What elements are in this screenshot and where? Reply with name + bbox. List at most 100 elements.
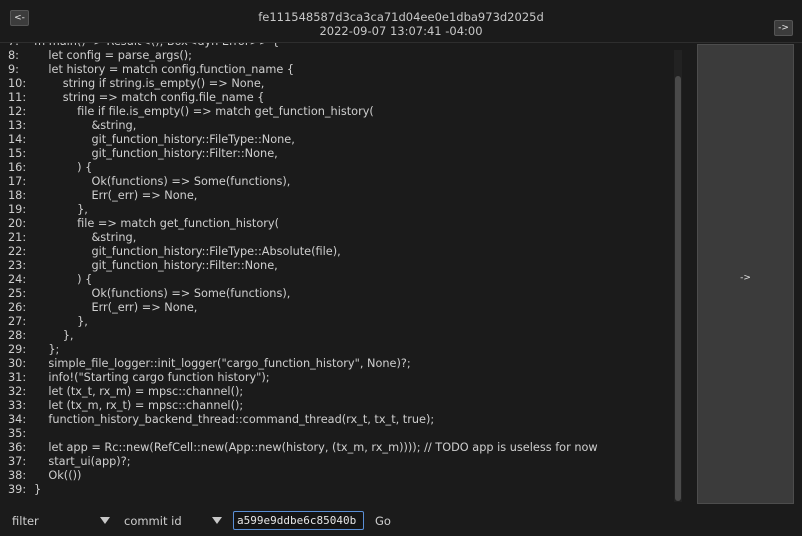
- code-line: 19: },: [8, 203, 598, 217]
- code-line: 29: };: [8, 343, 598, 357]
- line-text: &string,: [34, 231, 137, 244]
- line-text: let (tx_m, rx_t) = mpsc::channel();: [34, 399, 244, 412]
- chevron-down-icon: [212, 517, 222, 524]
- line-number: 39:: [8, 483, 27, 496]
- line-text: start_ui(app)?;: [34, 455, 131, 468]
- line-text: },: [34, 315, 88, 328]
- line-number: 8:: [8, 49, 19, 62]
- code-line: 30: simple_file_logger::init_logger("car…: [8, 357, 598, 371]
- line-number: 16:: [8, 161, 27, 174]
- chevron-down-icon: [100, 517, 110, 524]
- code-line: 16: ) {: [8, 161, 598, 175]
- commit-date: 2022-09-07 13:07:41 -04:00: [319, 24, 483, 38]
- code-line: 8: let config = parse_args();: [8, 49, 598, 63]
- code-line: 26: Err(_err) => None,: [8, 301, 598, 315]
- line-text: let config = parse_args();: [34, 49, 192, 62]
- line-number: 19:: [8, 203, 27, 216]
- line-text: info!("Starting cargo function history")…: [34, 371, 270, 384]
- filter-dropdown[interactable]: filter: [12, 514, 112, 528]
- line-number: 24:: [8, 273, 27, 286]
- line-text: &string,: [34, 119, 137, 132]
- line-text: file if file.is_empty() => match get_fun…: [34, 105, 374, 118]
- line-text: Ok(functions) => Some(functions),: [34, 175, 291, 188]
- code-line: 28: },: [8, 329, 598, 343]
- line-number: 29:: [8, 343, 27, 356]
- line-number: 12:: [8, 105, 27, 118]
- code-line: 27: },: [8, 315, 598, 329]
- line-text: let history = match config.function_name…: [34, 63, 295, 76]
- line-number: 17:: [8, 175, 27, 188]
- line-number: 22:: [8, 245, 27, 258]
- line-number: 30:: [8, 357, 27, 370]
- code-line: 11: string => match config.file_name {: [8, 91, 598, 105]
- code-line: 25: Ok(functions) => Some(functions),: [8, 287, 598, 301]
- line-text: Ok(()): [34, 469, 82, 482]
- code-line: 21: &string,: [8, 231, 598, 245]
- line-text: Err(_err) => None,: [34, 189, 198, 202]
- code-line: 34: function_history_backend_thread::com…: [8, 413, 598, 427]
- code-line: 31: info!("Starting cargo function histo…: [8, 371, 598, 385]
- line-text: simple_file_logger::init_logger("cargo_f…: [34, 357, 411, 370]
- scrollbar-thumb[interactable]: [675, 76, 681, 501]
- code-line: 13: &string,: [8, 119, 598, 133]
- code-line: 22: git_function_history::FileType::Abso…: [8, 245, 598, 259]
- line-text: file => match get_function_history(: [34, 217, 279, 230]
- filter-dropdown-label: filter: [12, 514, 39, 528]
- line-text: ) {: [34, 273, 93, 286]
- code-line: 39:}: [8, 483, 598, 497]
- line-number: 9:: [8, 63, 19, 76]
- line-number: 28:: [8, 329, 27, 342]
- line-number: 11:: [8, 91, 27, 104]
- line-number: 14:: [8, 133, 27, 146]
- go-button[interactable]: Go: [375, 514, 391, 528]
- line-number: 35:: [8, 427, 27, 440]
- code-line: 32: let (tx_t, rx_m) = mpsc::channel();: [8, 385, 598, 399]
- line-text: Err(_err) => None,: [34, 301, 198, 314]
- code-line: 35:: [8, 427, 598, 441]
- code-lines: 7:fn main() -> Result<(), Box<dyn Error>…: [8, 43, 598, 497]
- forward-button[interactable]: ->: [774, 20, 793, 36]
- next-arrow-label: ->: [740, 273, 751, 283]
- line-number: 27:: [8, 315, 27, 328]
- line-text: git_function_history::Filter::None,: [34, 259, 278, 272]
- code-line: 23: git_function_history::Filter::None,: [8, 259, 598, 273]
- line-text: git_function_history::Filter::None,: [34, 147, 278, 160]
- line-number: 25:: [8, 287, 27, 300]
- line-text: };: [34, 343, 60, 356]
- line-text: }: [34, 483, 42, 496]
- code-view[interactable]: 7:fn main() -> Result<(), Box<dyn Error>…: [8, 43, 672, 505]
- line-text: string if string.is_empty() => None,: [34, 77, 265, 90]
- next-commit-panel[interactable]: ->: [697, 44, 794, 504]
- line-number: 15:: [8, 147, 27, 160]
- line-text: },: [34, 203, 88, 216]
- code-line: 36: let app = Rc::new(RefCell::new(App::…: [8, 441, 598, 455]
- commit-header: fe111548587d3ca3ca71d04ee0e1dba973d2025d…: [0, 10, 802, 38]
- line-text: git_function_history::FileType::Absolute…: [34, 245, 341, 258]
- code-line: 17: Ok(functions) => Some(functions),: [8, 175, 598, 189]
- line-number: 18:: [8, 189, 27, 202]
- line-text: let app = Rc::new(RefCell::new(App::new(…: [34, 441, 598, 454]
- code-line: 18: Err(_err) => None,: [8, 189, 598, 203]
- code-line: 20: file => match get_function_history(: [8, 217, 598, 231]
- line-text: },: [34, 329, 74, 342]
- line-number: 31:: [8, 371, 27, 384]
- line-number: 37:: [8, 455, 27, 468]
- line-number: 13:: [8, 119, 27, 132]
- code-line: 9: let history = match config.function_n…: [8, 63, 598, 77]
- code-line: 10: string if string.is_empty() => None,: [8, 77, 598, 91]
- line-text: Ok(functions) => Some(functions),: [34, 287, 291, 300]
- line-text: fn main() -> Result<(), Box<dyn Error>> …: [34, 43, 279, 48]
- code-line: 12: file if file.is_empty() => match get…: [8, 105, 598, 119]
- search-type-dropdown[interactable]: commit id: [124, 514, 224, 528]
- line-number: 21:: [8, 231, 27, 244]
- bottom-bar: filter commit id Go: [0, 508, 802, 536]
- line-number: 23:: [8, 259, 27, 272]
- line-text: function_history_backend_thread::command…: [34, 413, 435, 426]
- code-line: 15: git_function_history::Filter::None,: [8, 147, 598, 161]
- commit-id-input[interactable]: [233, 511, 364, 530]
- code-line: 24: ) {: [8, 273, 598, 287]
- line-text: string => match config.file_name {: [34, 91, 265, 104]
- line-text: git_function_history::FileType::None,: [34, 133, 295, 146]
- line-number: 38:: [8, 469, 27, 482]
- line-text: ) {: [34, 161, 93, 174]
